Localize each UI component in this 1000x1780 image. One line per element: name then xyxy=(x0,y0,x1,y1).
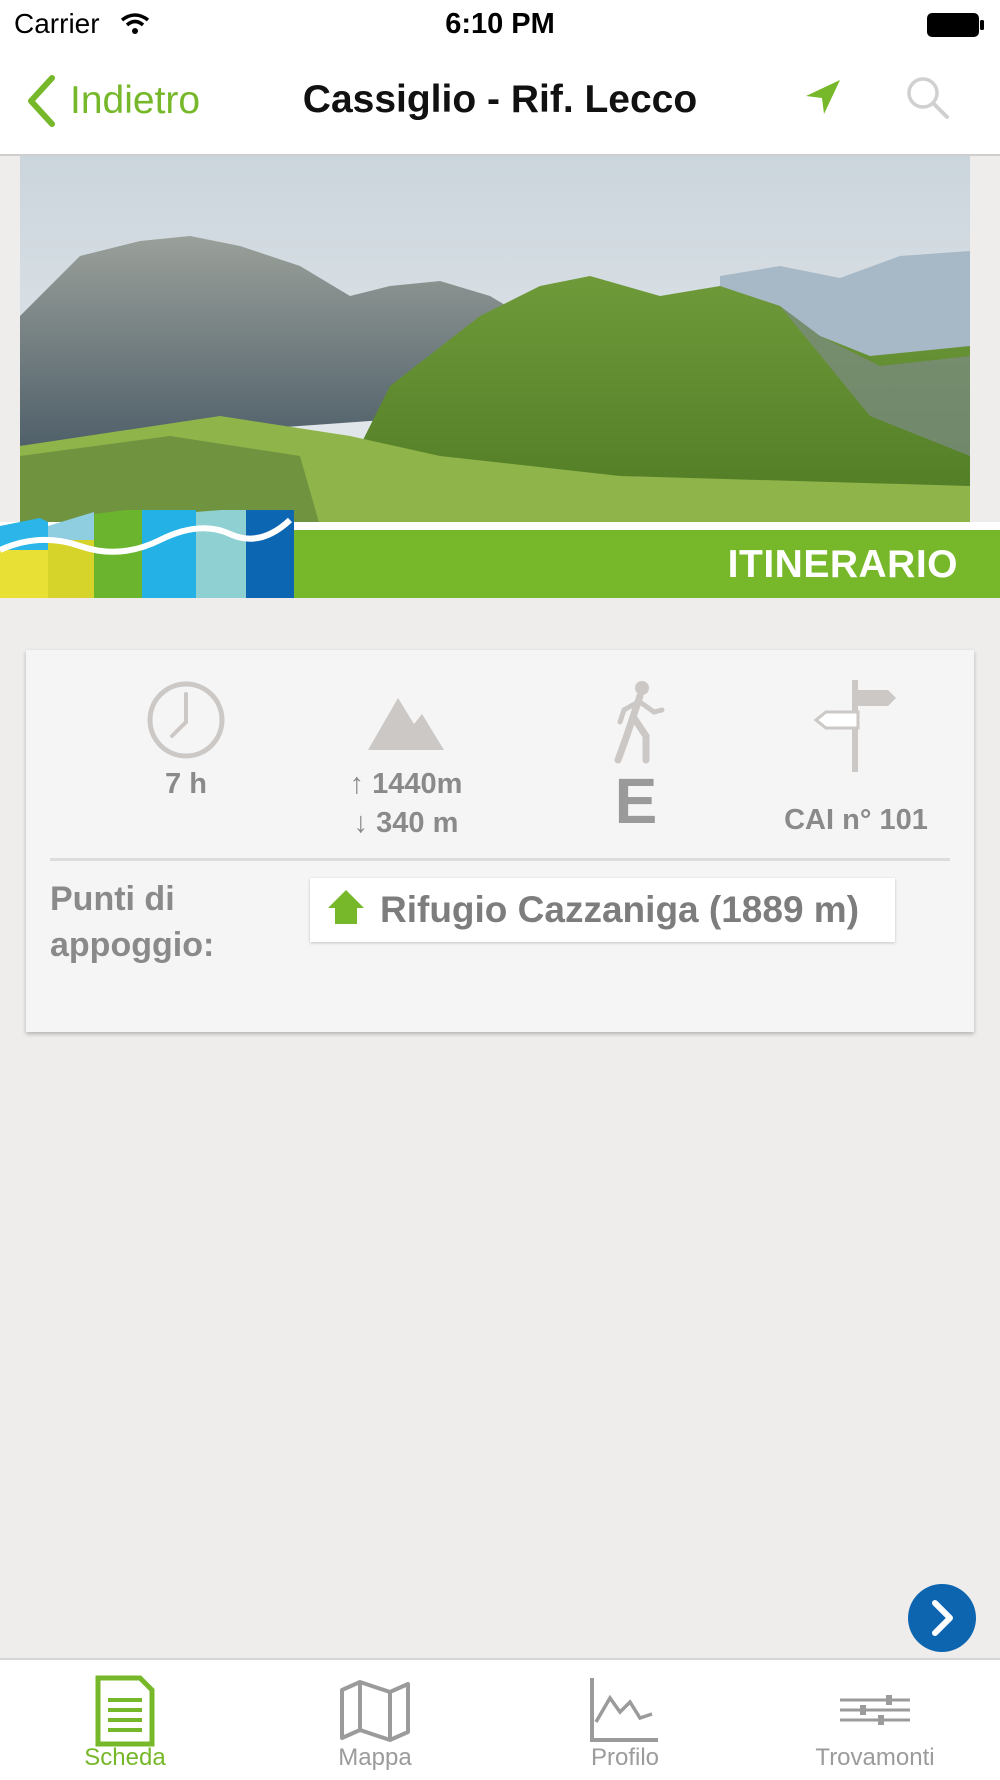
descent-value: ↓ 340 m xyxy=(353,807,459,839)
tab-label: Mappa xyxy=(338,1744,412,1771)
search-icon[interactable] xyxy=(904,74,952,122)
chevron-left-icon xyxy=(28,75,55,127)
card-divider xyxy=(50,858,950,861)
tab-label: Scheda xyxy=(84,1744,166,1771)
tab-bar: Scheda Mappa Profilo Trovamonti xyxy=(0,1658,1000,1780)
difficulty-stat: E xyxy=(526,680,746,833)
tab-label: Profilo xyxy=(590,1744,660,1771)
back-label: Indietro xyxy=(70,79,201,122)
chevron-right-icon xyxy=(932,1600,953,1636)
map-icon xyxy=(340,1680,410,1742)
difficulty-grade: E xyxy=(614,765,658,837)
mountain-icon xyxy=(368,698,444,750)
duration-value: 7 h xyxy=(165,768,207,800)
banner-title: ITINERARIO xyxy=(727,543,958,586)
navigation-bar: Indietro Cassiglio - Rif. Lecco xyxy=(0,50,1000,156)
elevation-stat: ↑ 1440m ↓ 340 m xyxy=(286,680,526,843)
hut-icon xyxy=(328,890,364,924)
tab-label: Trovamonti xyxy=(815,1744,935,1771)
battery-icon xyxy=(927,13,984,37)
support-point-name: Rifugio Cazzaniga (1889 m) xyxy=(380,889,860,930)
document-icon xyxy=(95,1675,155,1747)
duration-stat: 7 h xyxy=(86,680,286,804)
sliders-icon xyxy=(840,1695,910,1725)
status-time: 6:10 PM xyxy=(445,8,555,40)
ascent-value: ↑ 1440m xyxy=(349,768,463,800)
trail-stat: CAI n° 101 xyxy=(746,680,966,840)
itinerary-info-card: 7 h ↑ 1440m ↓ 340 m E CAI n° 101 Punti d… xyxy=(26,650,974,1032)
page-title: Cassiglio - Rif. Lecco xyxy=(302,78,698,121)
signpost-icon xyxy=(813,680,896,772)
tab-trovamonti[interactable]: Trovamonti xyxy=(750,1660,1000,1780)
location-arrow-icon[interactable] xyxy=(800,76,844,120)
tab-scheda[interactable]: Scheda xyxy=(0,1660,250,1780)
support-points-label: Punti di appoggio: xyxy=(50,880,215,964)
support-point-item[interactable]: Rifugio Cazzaniga (1889 m) xyxy=(310,878,895,942)
clock-icon xyxy=(147,681,225,759)
trail-number: CAI n° 101 xyxy=(784,804,928,836)
status-bar: Carrier 6:10 PM xyxy=(0,0,1000,50)
tab-profilo[interactable]: Profilo xyxy=(500,1660,750,1780)
hero-landscape-image xyxy=(20,156,970,526)
next-button[interactable] xyxy=(908,1584,976,1652)
profile-chart-icon xyxy=(590,1678,658,1742)
hiker-icon xyxy=(614,681,665,764)
tab-mappa[interactable]: Mappa xyxy=(250,1660,500,1780)
back-button[interactable]: Indietro xyxy=(26,72,200,130)
